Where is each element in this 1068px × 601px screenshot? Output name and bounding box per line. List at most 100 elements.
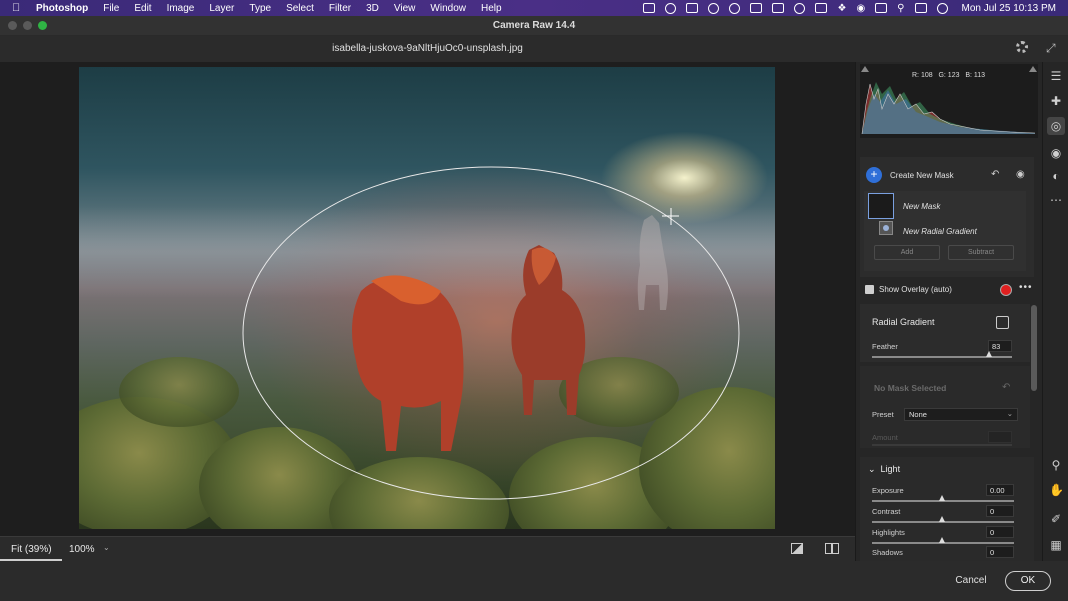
control-center-icon[interactable] <box>914 3 927 13</box>
bluetooth-icon[interactable]: ❖ <box>837 3 846 14</box>
feather-slider-thumb[interactable] <box>986 351 992 357</box>
menu-app[interactable]: Photoshop <box>36 3 88 14</box>
chevron-down-icon[interactable]: ⌄ <box>103 543 110 552</box>
file-name: isabella-juskova-9aNltHjuOc0-unsplash.jp… <box>332 43 523 54</box>
bookmark-icon[interactable] <box>772 3 785 13</box>
more-options-icon[interactable]: ••• <box>1019 282 1033 293</box>
masking-icon[interactable]: ◎ <box>1047 117 1065 135</box>
split-view-icon[interactable] <box>825 543 839 554</box>
mask-thumbnail[interactable] <box>868 193 894 219</box>
overlay-color-swatch[interactable] <box>1000 284 1012 296</box>
amount-input <box>988 431 1012 443</box>
amount-label: Amount <box>872 433 898 442</box>
menu-edit[interactable]: Edit <box>134 3 151 14</box>
menu-view[interactable]: View <box>394 3 416 14</box>
dropbox-icon[interactable] <box>686 3 699 13</box>
cancel-button[interactable]: Cancel <box>947 572 995 590</box>
menu-help[interactable]: Help <box>481 3 502 14</box>
highlights-input[interactable]: 0 <box>986 526 1014 538</box>
menu-type[interactable]: Type <box>249 3 271 14</box>
reset-icon: ↶ <box>1002 382 1011 393</box>
create-new-mask-button[interactable]: + Create New Mask <box>866 167 954 183</box>
ok-button[interactable]: OK <box>1005 571 1051 591</box>
radial-gradient-ellipse[interactable] <box>242 166 740 500</box>
apple-icon[interactable]:  <box>12 2 24 14</box>
feather-label: Feather <box>872 342 898 351</box>
edit-panel: R: 108 G: 123 B: 113 + Create New Mask ↶… <box>855 62 1042 561</box>
rgb-readout: R: 108 G: 123 B: 113 <box>912 72 985 79</box>
preset-label: Preset <box>872 410 894 419</box>
panel-scrollbar[interactable] <box>1031 305 1037 391</box>
mask-name[interactable]: New Mask <box>903 202 940 211</box>
invert-icon[interactable] <box>996 316 1009 329</box>
highlight-clipping-icon[interactable] <box>1029 66 1037 72</box>
menu-3d[interactable]: 3D <box>366 3 379 14</box>
dialog-footer: Cancel OK <box>0 561 1068 601</box>
contrast-input[interactable]: 0 <box>986 505 1014 517</box>
menu-window[interactable]: Window <box>430 3 466 14</box>
display-icon[interactable] <box>875 3 888 13</box>
radial-gradient-icon[interactable] <box>879 221 893 235</box>
shadow-clipping-icon[interactable] <box>861 66 869 72</box>
no-mask-section: No Mask Selected ↶ Preset None ⌄ Amount <box>860 366 1030 448</box>
sync-icon[interactable] <box>729 2 741 14</box>
edit-sliders-icon[interactable]: ☰ <box>1049 69 1063 83</box>
image-canvas[interactable] <box>0 62 855 536</box>
exposure-label: Exposure <box>872 486 904 495</box>
photo[interactable] <box>79 67 775 529</box>
exposure-slider-thumb[interactable] <box>939 495 945 501</box>
subtract-button[interactable]: Subtract <box>948 245 1014 260</box>
grid-icon[interactable]: ▦ <box>1049 538 1063 552</box>
before-after-toggle-icon[interactable] <box>791 543 803 554</box>
clock[interactable]: Mon Jul 25 10:13 PM <box>962 3 1057 14</box>
menu-file[interactable]: File <box>103 3 119 14</box>
show-overlay-row: Show Overlay (auto) ••• <box>860 280 1034 300</box>
window-title: Camera Raw 14.4 <box>492 20 576 31</box>
menu-filter[interactable]: Filter <box>329 3 351 14</box>
search-icon[interactable]: ⚲ <box>897 3 904 14</box>
eye-icon[interactable]: ◉ <box>1016 169 1028 180</box>
siri-icon[interactable] <box>936 2 948 14</box>
cast-icon[interactable] <box>750 3 763 13</box>
chevron-down-icon: ⌄ <box>1006 409 1013 418</box>
add-button[interactable]: Add <box>874 245 940 260</box>
creative-cloud-icon[interactable] <box>665 2 677 14</box>
shadows-input[interactable]: 0 <box>986 546 1014 558</box>
mask-list: New Mask New Radial Gradient Add Subtrac… <box>864 191 1026 271</box>
more-icon[interactable]: ⋯ <box>1049 193 1063 207</box>
shadows-label: Shadows <box>872 548 903 557</box>
fit-zoom-button[interactable]: Fit (39%) <box>0 537 62 561</box>
histogram: R: 108 G: 123 B: 113 <box>860 64 1038 138</box>
zoom-100-button[interactable]: 100% <box>69 544 95 555</box>
show-overlay-checkbox[interactable] <box>865 285 874 294</box>
light-header[interactable]: ⌄ Light <box>868 464 900 475</box>
healing-icon[interactable]: ✚ <box>1049 94 1063 108</box>
contrast-slider-thumb[interactable] <box>939 516 945 522</box>
screen-record-icon[interactable] <box>643 3 656 13</box>
contrast-label: Contrast <box>872 507 901 516</box>
hand-icon[interactable]: ✋ <box>1049 483 1064 497</box>
presets-icon[interactable]: ◐ <box>1049 169 1063 183</box>
red-eye-icon[interactable]: ◉ <box>1049 146 1063 160</box>
preset-select[interactable]: None ⌄ <box>904 408 1018 421</box>
radial-gradient-overlay[interactable] <box>79 67 775 529</box>
g-value: G: 123 <box>938 72 960 79</box>
light-section: ⌄ Light Exposure 0.00 Contrast 0 Highlig… <box>860 457 1034 561</box>
gear-icon[interactable] <box>1016 41 1028 53</box>
component-name[interactable]: New Radial Gradient <box>903 227 977 236</box>
reset-icon[interactable]: ↶ <box>991 169 1003 180</box>
wifi-icon[interactable]: ◉ <box>856 3 865 14</box>
fullscreen-icon[interactable]: ⤢ <box>1046 41 1059 55</box>
arc-icon[interactable] <box>794 2 806 14</box>
grid-app-icon[interactable] <box>815 3 828 13</box>
sampler-icon[interactable]: ✐ <box>1049 512 1063 526</box>
menu-select[interactable]: Select <box>286 3 314 14</box>
zoom-icon[interactable]: ⚲ <box>1049 458 1063 472</box>
exposure-input[interactable]: 0.00 <box>986 484 1014 496</box>
menu-layer[interactable]: Layer <box>209 3 234 14</box>
vpn-icon[interactable] <box>708 2 720 14</box>
highlights-slider-thumb[interactable] <box>939 537 945 543</box>
canvas-footer: Fit (39%) 100% ⌄ <box>0 536 855 561</box>
radial-gradient-label: Radial Gradient <box>872 317 935 327</box>
menu-image[interactable]: Image <box>167 3 195 14</box>
